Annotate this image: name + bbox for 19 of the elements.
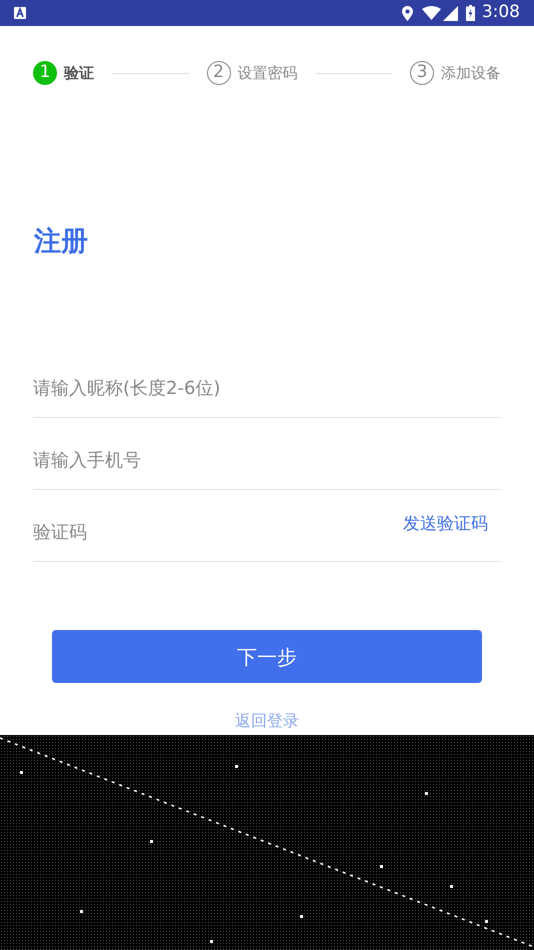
step-number: 3	[410, 61, 434, 85]
signal-icon	[442, 6, 458, 20]
page-title: 注册	[34, 225, 88, 259]
battery-icon	[466, 5, 475, 21]
step-number: 1	[33, 61, 57, 85]
back-to-login-link[interactable]: 返回登录	[235, 711, 299, 731]
step-label: 添加设备	[441, 62, 501, 84]
step-number: 2	[206, 61, 230, 85]
send-code-button[interactable]: 发送验证码	[403, 512, 488, 538]
input-field[interactable]: 请输入手机号	[33, 438, 501, 482]
clock-time: 3:08	[482, 1, 520, 24]
step-label: 验证	[64, 62, 94, 84]
next-step-button[interactable]: 下一步	[52, 630, 482, 683]
input-field[interactable]: 验证码	[33, 510, 403, 554]
app-notification-icon	[14, 7, 26, 19]
location-icon	[402, 6, 413, 20]
step-label: 设置密码	[238, 62, 298, 84]
wifi-icon	[422, 6, 441, 20]
input-field[interactable]: 请输入昵称(长度2-6位)	[33, 366, 501, 410]
